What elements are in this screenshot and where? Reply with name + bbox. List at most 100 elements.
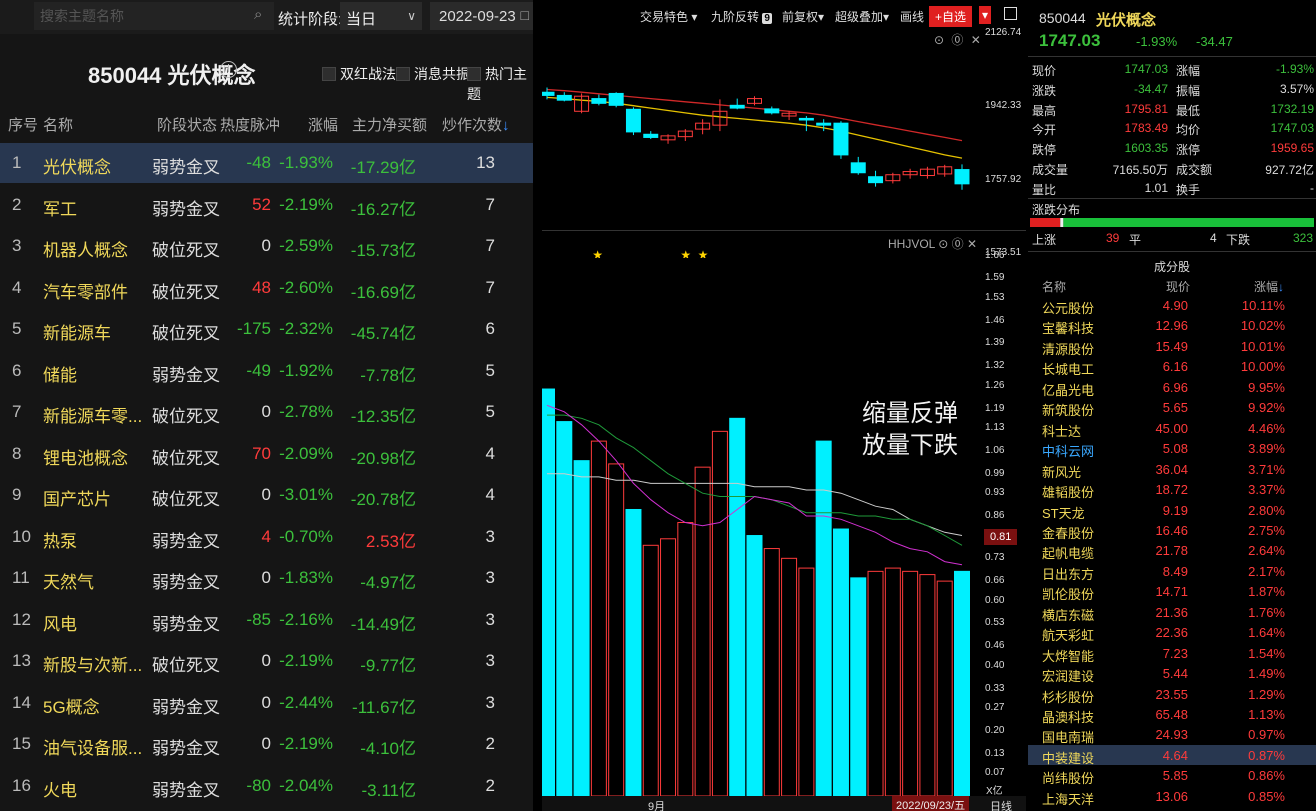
dist-flat-segment [1060,218,1064,227]
row-count: 3 [485,609,495,629]
volume-tick: 1.53 [985,291,1005,303]
row-heat: 52 [252,194,271,214]
col-idx[interactable]: 序号 [8,114,38,135]
theme-row[interactable]: 10 热泵 弱势金叉 4 -0.70% 2.53亿 3 [0,517,533,557]
row-index: 7 [12,402,22,421]
theme-row[interactable]: 14 5G概念 弱势金叉 0 -2.44% -11.67亿 3 [0,683,533,723]
volume-bar [711,430,728,796]
component-row[interactable]: 杉杉股份 23.55 1.29% [1028,684,1316,705]
component-row[interactable]: 横店东磁 21.36 1.76% [1028,602,1316,623]
theme-row[interactable]: 4 汽车零部件 破位死叉 48 -2.60% -16.69亿 7 [0,268,533,308]
overlay-menu[interactable]: 超级叠加▾ [835,8,889,25]
component-row[interactable]: 中科云网 5.08 3.89% [1028,438,1316,459]
add-favorite-button[interactable]: +自选 [929,6,973,27]
component-row[interactable]: 晶澳科技 65.48 1.13% [1028,704,1316,725]
component-row[interactable]: 中装建设 4.64 0.87% [1028,744,1316,766]
theme-row[interactable]: 16 火电 弱势金叉 -80 -2.04% -3.11亿 2 [0,766,533,806]
comp-col-price[interactable]: 现价 [1166,278,1190,295]
candle-body [591,98,607,104]
col-net[interactable]: 主力净买额 [352,114,427,135]
row-change: -2.16% [279,609,333,629]
component-row[interactable]: 航天彩虹 22.36 1.64% [1028,622,1316,643]
col-heat[interactable]: 热度脉冲 [220,114,280,135]
nine-turn-button[interactable]: 九阶反转 9 [711,8,772,25]
col-name[interactable]: 名称 [43,114,73,135]
row-count: 2 [485,734,495,753]
row-change: -3.01% [279,485,333,504]
stage-select[interactable]: 当日 ∨ [340,2,422,30]
volume-tick: 0.46 [985,640,1005,652]
theme-row[interactable]: 9 国产芯片 破位死叉 0 -3.01% -20.78亿 4 [0,475,533,515]
info-icon[interactable]: i [220,61,237,78]
component-row[interactable]: 新风光 36.04 3.71% [1028,459,1316,480]
component-row[interactable]: 亿晶光电 6.96 9.95% [1028,377,1316,398]
checkbox-hot-theme[interactable]: 热门主题 [467,64,533,104]
checkbox-double-red[interactable]: 双红战法 [322,64,396,84]
favorite-dropdown-button[interactable]: ▾ [979,6,992,24]
search-icon[interactable]: ⌕ [254,6,270,24]
component-change: 1.49% [1248,666,1285,682]
component-row[interactable]: 金春股份 16.46 2.75% [1028,520,1316,541]
comp-col-chg[interactable]: 涨幅↓ [1254,278,1284,295]
date-picker[interactable]: 2022-09-23 □ [430,2,533,30]
theme-row[interactable]: 3 机器人概念 破位死叉 0 -2.59% -15.73亿 7 [0,226,533,266]
component-row[interactable]: 上海天洋 13.06 0.85% [1028,786,1316,807]
theme-row[interactable]: 5 新能源车 破位死叉 -175 -2.32% -45.74亿 6 [0,309,533,349]
quote-label: 涨停 [1176,143,1201,158]
component-row[interactable]: 凯伦股份 14.71 1.87% [1028,581,1316,602]
component-row[interactable]: 公元股份 4.90 10.11% [1028,295,1316,316]
theme-row[interactable]: 2 军工 弱势金叉 52 -2.19% -16.27亿 7 [0,185,533,225]
checkbox-news-resonance[interactable]: 消息共振 [396,64,470,84]
volume-bar [642,544,659,796]
component-row[interactable]: 清源股份 15.49 10.01% [1028,336,1316,357]
volume-tick: 0.99 [985,467,1005,479]
component-row[interactable]: 国电南瑞 24.93 0.97% [1028,724,1316,745]
row-heat: 0 [261,236,271,255]
volume-tick: 1.26 [985,379,1005,391]
row-index: 11 [12,568,30,587]
chevron-down-icon: ∨ [407,9,416,23]
quote-value: 3.57% [1279,81,1314,96]
row-heat: 0 [261,734,271,753]
trade-feature-menu[interactable]: 交易特色 ▾ [640,8,697,25]
row-name: 5G概念 [43,697,100,717]
theme-row[interactable]: 13 新股与次新... 破位死叉 0 -2.19% -9.77亿 3 [0,641,533,681]
search-input[interactable] [40,4,250,28]
component-row[interactable]: 起帆电缆 21.78 2.64% [1028,540,1316,561]
volume-bar [590,440,607,796]
theme-row[interactable]: 8 锂电池概念 破位死叉 70 -2.09% -20.98亿 4 [0,434,533,474]
price-tick: 1942.33 [985,100,1022,112]
component-row[interactable]: 新筑股份 5.65 9.92% [1028,397,1316,418]
period-tag[interactable]: 日线 [990,798,1012,811]
rights-menu[interactable]: 前复权▾ [782,8,824,25]
component-row[interactable]: 雄韬股份 18.72 3.37% [1028,479,1316,500]
component-row[interactable]: ST天龙 9.19 2.80% [1028,500,1316,521]
row-name: 汽车零部件 [43,282,128,302]
calendar-icon[interactable]: □ [521,7,529,23]
search-box[interactable]: ⌕ [34,2,274,30]
theme-row[interactable]: 1 光伏概念 弱势金叉 -48 -1.93% -17.29亿 13 [0,143,533,183]
theme-row[interactable]: 7 新能源车零... 破位死叉 0 -2.78% -12.35亿 5 [0,392,533,432]
down-count: 323 [1293,231,1314,245]
col-chg[interactable]: 涨幅 [308,114,338,135]
component-row[interactable]: 宝馨科技 12.96 10.02% [1028,315,1316,336]
theme-row[interactable]: 12 风电 弱势金叉 -85 -2.16% -14.49亿 3 [0,600,533,640]
draw-line-button[interactable]: 画线 [900,8,924,25]
theme-row[interactable]: 15 油气设备服... 弱势金叉 0 -2.19% -4.10亿 2 [0,724,533,764]
theme-row[interactable]: 6 储能 弱势金叉 -49 -1.92% -7.78亿 5 [0,351,533,391]
col-cnt[interactable]: 炒作次数↓ [442,114,510,135]
component-row[interactable]: 尚纬股份 5.85 0.86% [1028,765,1316,786]
component-row[interactable]: 日出东方 8.49 2.17% [1028,561,1316,582]
comp-col-name[interactable]: 名称 [1042,278,1066,295]
component-row[interactable]: 宏润建设 5.44 1.49% [1028,663,1316,684]
theme-row[interactable]: 11 天然气 弱势金叉 0 -1.83% -4.97亿 3 [0,558,533,598]
component-row[interactable]: 大烨智能 7.23 1.54% [1028,643,1316,664]
component-row[interactable]: 长城电工 6.16 10.00% [1028,356,1316,377]
row-count: 3 [485,692,495,712]
window-toggle-icon[interactable] [1004,7,1017,20]
quote-label: 成交额 [1176,163,1213,177]
component-row[interactable]: 科士达 45.00 4.46% [1028,418,1316,439]
chart-toolbar: 交易特色 ▾ 九阶反转 9 前复权▾ 超级叠加▾ 画线 +自选 ▾ [542,0,1026,28]
col-state[interactable]: 阶段状态 [157,114,217,135]
row-state: 破位死叉 [152,407,220,426]
